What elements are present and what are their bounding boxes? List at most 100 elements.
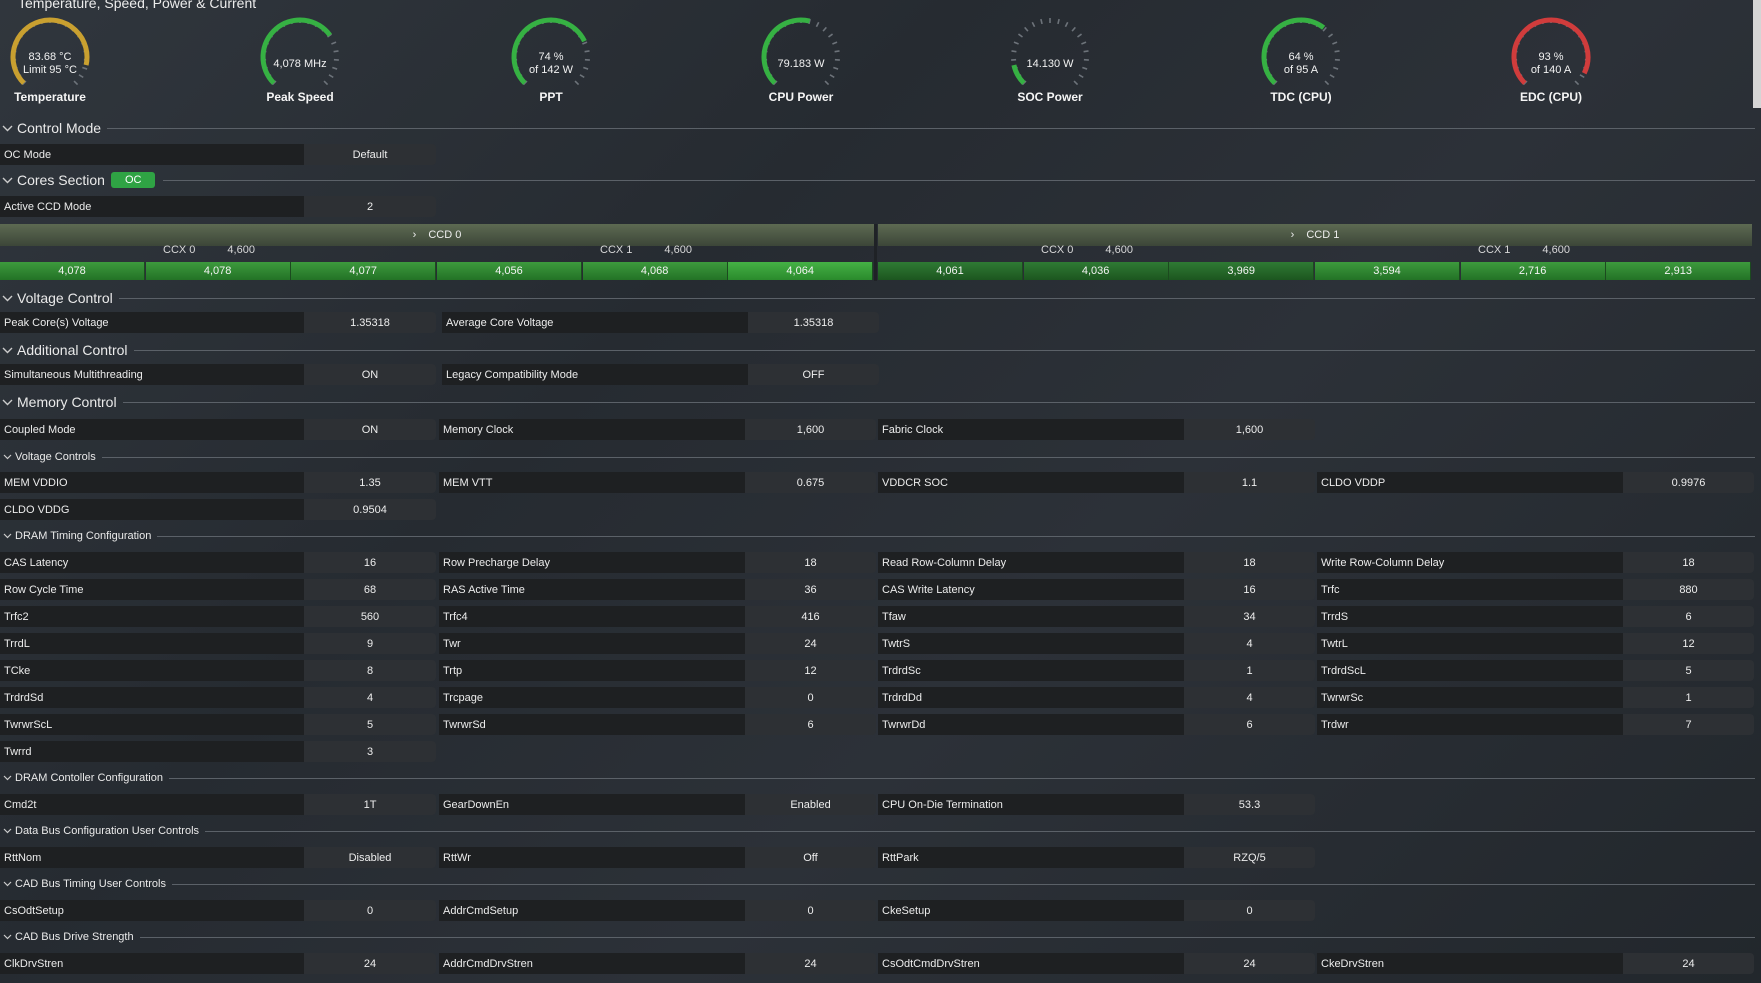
- field-trfc2[interactable]: Trfc2 560: [0, 606, 436, 627]
- field-coupled[interactable]: Coupled Mode ON: [0, 419, 436, 440]
- field-trtp[interactable]: Trtp 12: [439, 660, 876, 681]
- field-value[interactable]: 68: [304, 579, 436, 600]
- field-value[interactable]: 1,600: [745, 419, 876, 440]
- field-twrwrdd[interactable]: TwrwrDd 6: [878, 714, 1315, 735]
- field-fclk[interactable]: Fabric Clock 1,600: [878, 419, 1315, 440]
- field-procodt[interactable]: CPU On-Die Termination 53.3: [878, 794, 1315, 815]
- field-value[interactable]: 6: [1623, 606, 1754, 627]
- section-additional-control[interactable]: Additional Control: [0, 340, 1755, 360]
- field-value[interactable]: 53.3: [1184, 794, 1315, 815]
- section-dram-controller[interactable]: DRAM Contoller Configuration: [0, 768, 1755, 788]
- field-twr[interactable]: Twr 24: [439, 633, 876, 654]
- field-twrwrscl[interactable]: TwrwrScL 5: [0, 714, 436, 735]
- field-value[interactable]: 36: [745, 579, 876, 600]
- field-ckedrv[interactable]: CkeDrvStren 24: [1317, 953, 1754, 974]
- field-value[interactable]: 5: [304, 714, 436, 735]
- field-cwl[interactable]: CAS Write Latency 16: [878, 579, 1315, 600]
- field-value[interactable]: 6: [1184, 714, 1315, 735]
- field-cldovddg[interactable]: CLDO VDDG 0.9504: [0, 499, 436, 520]
- field-value[interactable]: 9: [304, 633, 436, 654]
- field-vddcrsoc[interactable]: VDDCR SOC 1.1: [878, 472, 1315, 493]
- field-trdwr[interactable]: Trdwr 7: [1317, 714, 1754, 735]
- section-control-mode[interactable]: Control Mode: [0, 118, 1755, 138]
- field-value[interactable]: 16: [304, 552, 436, 573]
- field-value[interactable]: Enabled: [745, 794, 876, 815]
- field-ckesetup[interactable]: CkeSetup 0: [878, 900, 1315, 921]
- field-value[interactable]: 0.675: [745, 472, 876, 493]
- field-value[interactable]: 24: [1623, 953, 1754, 974]
- field-value[interactable]: 880: [1623, 579, 1754, 600]
- field-rp[interactable]: Row Precharge Delay 18: [439, 552, 876, 573]
- field-csodtsetup[interactable]: CsOdtSetup 0: [0, 900, 436, 921]
- field-rttnom[interactable]: RttNom Disabled: [0, 847, 436, 868]
- field-value[interactable]: 24: [1184, 953, 1315, 974]
- field-value[interactable]: 24: [745, 953, 876, 974]
- field-csodtcmddrv[interactable]: CsOdtCmdDrvStren 24: [878, 953, 1315, 974]
- field-legacy-mode[interactable]: Legacy Compatibility Mode OFF: [442, 364, 879, 385]
- field-trdrdscl[interactable]: TrdrdScL 5: [1317, 660, 1754, 681]
- field-memvtt[interactable]: MEM VTT 0.675: [439, 472, 876, 493]
- field-value[interactable]: 18: [1623, 552, 1754, 573]
- field-value[interactable]: 5: [1623, 660, 1754, 681]
- field-addrcmddrv[interactable]: AddrCmdDrvStren 24: [439, 953, 876, 974]
- field-value[interactable]: 4: [1184, 687, 1315, 708]
- field-value[interactable]: 12: [1623, 633, 1754, 654]
- field-value[interactable]: 18: [745, 552, 876, 573]
- field-trcpage[interactable]: Trcpage 0: [439, 687, 876, 708]
- field-value[interactable]: 0: [304, 900, 436, 921]
- section-dram-timing[interactable]: DRAM Timing Configuration: [0, 526, 1755, 546]
- field-value[interactable]: 34: [1184, 606, 1315, 627]
- field-rttwr[interactable]: RttWr Off: [439, 847, 876, 868]
- field-trdrdsd[interactable]: TrdrdSd 4: [0, 687, 436, 708]
- field-value[interactable]: 12: [745, 660, 876, 681]
- field-value[interactable]: 1: [1623, 687, 1754, 708]
- field-ras[interactable]: RAS Active Time 36: [439, 579, 876, 600]
- field-value[interactable]: ON: [304, 419, 436, 440]
- field-value[interactable]: 0: [745, 900, 876, 921]
- field-value[interactable]: 0: [1184, 900, 1315, 921]
- field-trfc[interactable]: Trfc 880: [1317, 579, 1754, 600]
- field-value[interactable]: 18: [1184, 552, 1315, 573]
- field-value[interactable]: 0: [745, 687, 876, 708]
- field-value[interactable]: Off: [745, 847, 876, 868]
- field-value[interactable]: 24: [745, 633, 876, 654]
- field-value[interactable]: RZQ/5: [1184, 847, 1315, 868]
- field-value[interactable]: 416: [745, 606, 876, 627]
- field-value[interactable]: 1: [1184, 660, 1315, 681]
- field-value[interactable]: 1T: [304, 794, 436, 815]
- field-value[interactable]: 0.9976: [1623, 472, 1754, 493]
- field-value[interactable]: 8: [304, 660, 436, 681]
- field-trrdl[interactable]: TrrdL 9: [0, 633, 436, 654]
- scrollbar[interactable]: [1753, 0, 1761, 108]
- field-peak-voltage[interactable]: Peak Core(s) Voltage 1.35318: [0, 312, 436, 333]
- field-value[interactable]: Disabled: [304, 847, 436, 868]
- field-twtrl[interactable]: TwtrL 12: [1317, 633, 1754, 654]
- field-value[interactable]: 1,600: [1184, 419, 1315, 440]
- field-rcdwr[interactable]: Write Row-Column Delay 18: [1317, 552, 1754, 573]
- field-twrwrsd[interactable]: TwrwrSd 6: [439, 714, 876, 735]
- field-oc-mode[interactable]: OC Mode Default: [0, 144, 436, 165]
- field-twrwrsc[interactable]: TwrwrSc 1: [1317, 687, 1754, 708]
- field-value[interactable]: 6: [745, 714, 876, 735]
- field-avg-voltage[interactable]: Average Core Voltage 1.35318: [442, 312, 879, 333]
- field-value[interactable]: 4: [1184, 633, 1315, 654]
- field-value[interactable]: 16: [1184, 579, 1315, 600]
- section-voltage-controls[interactable]: Voltage Controls: [0, 447, 1755, 467]
- field-twrrd[interactable]: Twrrd 3: [0, 741, 436, 762]
- field-cmd2t[interactable]: Cmd2t 1T: [0, 794, 436, 815]
- field-twtrs[interactable]: TwtrS 4: [878, 633, 1315, 654]
- field-rcdrd[interactable]: Read Row-Column Delay 18: [878, 552, 1315, 573]
- section-memory-control[interactable]: Memory Control: [0, 392, 1755, 412]
- section-cad-timing[interactable]: CAD Bus Timing User Controls: [0, 874, 1755, 894]
- ccd-header[interactable]: › CCD 1: [878, 224, 1752, 246]
- field-value[interactable]: 1.1: [1184, 472, 1315, 493]
- ccd-header[interactable]: › CCD 0: [0, 224, 874, 246]
- field-cldovddp[interactable]: CLDO VDDP 0.9976: [1317, 472, 1754, 493]
- field-rc[interactable]: Row Cycle Time 68: [0, 579, 436, 600]
- field-value[interactable]: 4: [304, 687, 436, 708]
- field-value[interactable]: 0.9504: [304, 499, 436, 520]
- section-cad-drive[interactable]: CAD Bus Drive Strength: [0, 927, 1755, 947]
- field-cas[interactable]: CAS Latency 16: [0, 552, 436, 573]
- field-clkdrv[interactable]: ClkDrvStren 24: [0, 953, 436, 974]
- field-tfaw[interactable]: Tfaw 34: [878, 606, 1315, 627]
